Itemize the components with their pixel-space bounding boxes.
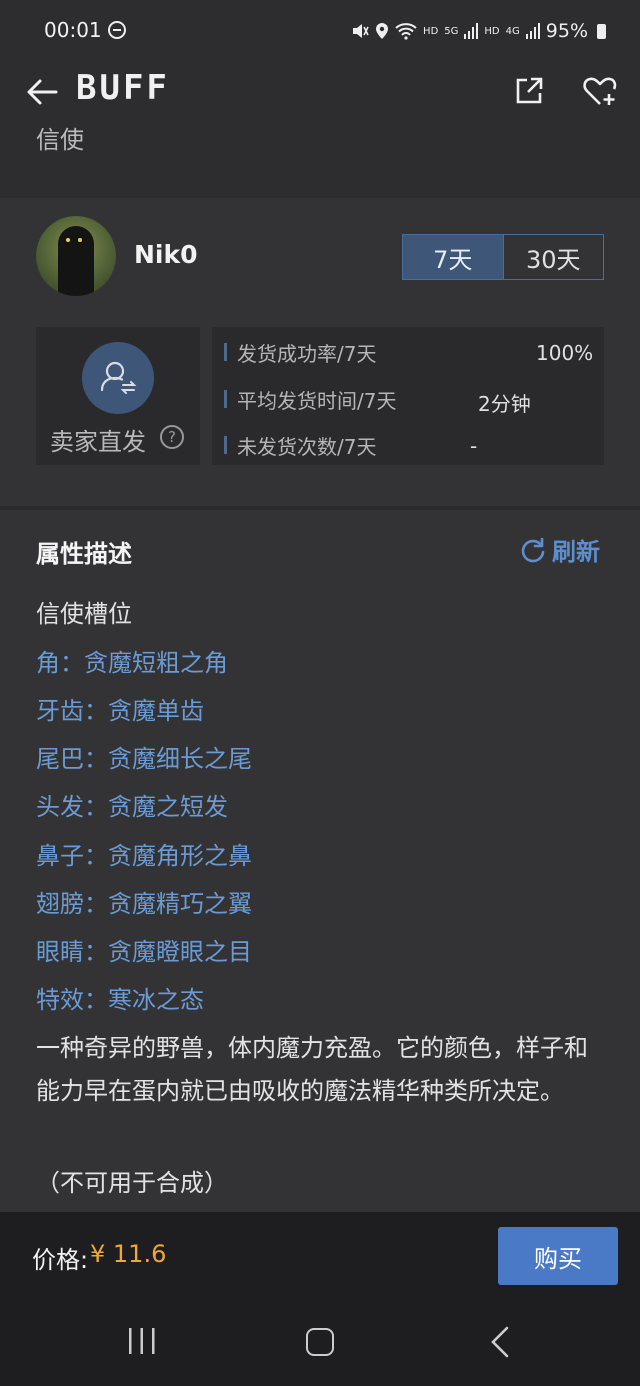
attribute-item: 头发：贪魔之短发	[36, 793, 228, 821]
mute-icon	[353, 24, 369, 38]
item-summary-section	[0, 122, 640, 196]
share-icon[interactable]	[514, 76, 544, 106]
seller-direct-icon	[82, 342, 154, 414]
buy-button[interactable]: 购买	[498, 1227, 618, 1285]
seller-direct-label: 卖家直发	[50, 428, 146, 456]
stat-label: 平均发货时间/7天	[237, 388, 397, 413]
status-icons: HD 5G HD 4G 95%	[351, 20, 606, 42]
hd-badge: HD	[423, 25, 439, 37]
period-tab-30d[interactable]: 30天	[502, 235, 603, 279]
battery-icon	[597, 23, 606, 39]
craft-note: （不可用于合成）	[36, 1169, 228, 1197]
attribute-item: 牙齿：贪魔单齿	[36, 697, 204, 725]
help-icon[interactable]: ?	[160, 425, 184, 449]
attribute-item: 鼻子：贪魔角形之鼻	[36, 842, 252, 870]
recent-apps-icon[interactable]	[128, 1328, 156, 1354]
attribute-item: 角：贪魔短粗之角	[36, 649, 228, 677]
stat-value-avg-time: 2分钟	[478, 392, 531, 416]
price-value: ¥ 11.6	[90, 1240, 167, 1268]
back-arrow-icon[interactable]	[26, 78, 58, 106]
price-label: 价格:	[32, 1246, 89, 1274]
do-not-disturb-icon	[108, 21, 126, 39]
favorite-add-icon[interactable]	[582, 74, 618, 108]
attribute-item: 翅膀：贪魔精巧之翼	[36, 890, 252, 918]
attribute-item: 特效：寒冰之态	[36, 986, 204, 1014]
seller-name[interactable]: Nik0	[134, 240, 198, 269]
period-tab-7d[interactable]: 7天	[403, 235, 503, 279]
attributes-title: 属性描述	[36, 540, 132, 568]
system-back-icon[interactable]	[490, 1326, 510, 1358]
attribute-item: 尾巴：贪魔细长之尾	[36, 745, 252, 773]
buff-logo: BUFF	[76, 68, 170, 108]
stat-label: 发货成功率/7天	[237, 341, 377, 366]
item-description: 一种奇异的野兽，体内魔力充盈。它的颜色，样子和能力早在蛋内就已由吸收的魔法精华种…	[36, 1034, 588, 1105]
signal-icon	[464, 23, 479, 39]
hd-badge-2: HD	[484, 25, 500, 37]
attribute-item: 眼睛：贪魔瞪眼之目	[36, 938, 252, 966]
home-icon[interactable]	[306, 1328, 334, 1356]
period-toggle: 7天 30天	[402, 234, 604, 280]
stat-row-success-rate: 发货成功率/7天	[224, 337, 376, 367]
stat-value-success-rate: 100%	[536, 341, 594, 365]
4g-badge: 4G	[505, 25, 520, 37]
stat-label: 未发货次数/7天	[237, 434, 377, 459]
battery-percent: 95%	[545, 20, 588, 42]
item-type-partial: 信使	[36, 126, 84, 152]
stat-value-unshipped: -	[470, 434, 478, 458]
location-icon	[376, 23, 389, 39]
stat-row-avg-time: 平均发货时间/7天	[224, 384, 396, 414]
status-time: 00:01	[44, 18, 102, 42]
refresh-icon	[521, 537, 545, 562]
signal-icon-2	[525, 23, 540, 39]
seller-avatar[interactable]	[36, 216, 116, 296]
refresh-button[interactable]: 刷新	[520, 532, 600, 567]
5g-badge: 5G	[444, 25, 459, 37]
wifi-icon	[395, 23, 417, 40]
refresh-label: 刷新	[552, 538, 600, 566]
stat-row-unshipped: 未发货次数/7天	[224, 430, 376, 460]
slot-label: 信使槽位	[36, 600, 132, 628]
